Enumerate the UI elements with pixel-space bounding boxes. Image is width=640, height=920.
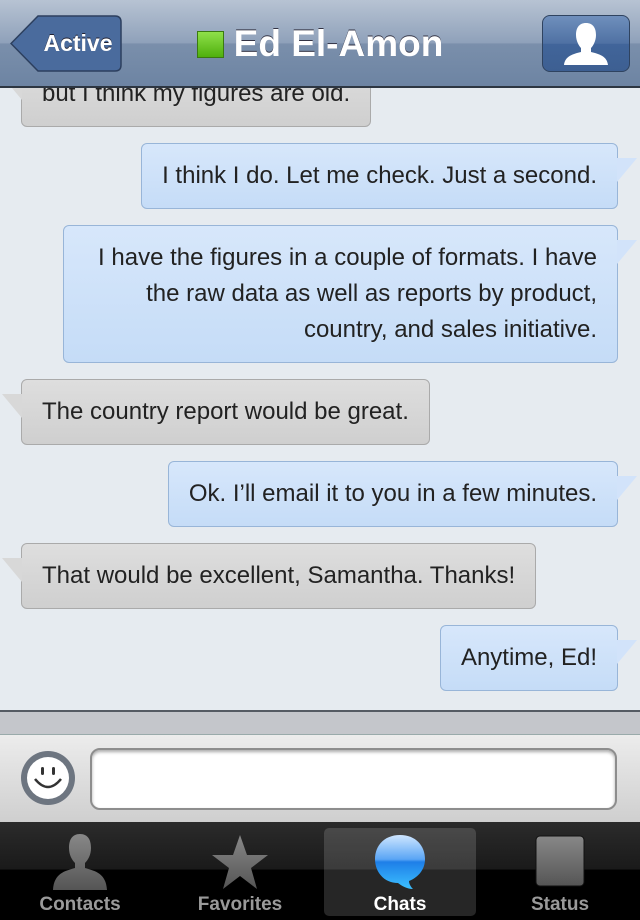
received-message-bubble: That would be excellent, Samantha. Thank… — [1, 543, 537, 609]
person-icon — [53, 834, 107, 890]
tab-contacts[interactable]: Contacts — [0, 822, 160, 920]
star-icon — [212, 835, 268, 889]
message-list: but I think my figures are old. I think I… — [0, 61, 640, 691]
contact-profile-button[interactable] — [542, 15, 630, 72]
presence-icon — [196, 30, 224, 58]
status-square-icon — [535, 835, 585, 887]
received-message-bubble: The country report would be great. — [2, 379, 430, 445]
chat-bubble-icon — [375, 835, 425, 889]
sent-message-bubble: I have the figures in a couple of format… — [63, 225, 637, 363]
tab-status[interactable]: Status — [480, 822, 640, 920]
sent-message-bubble: Anytime, Ed! — [439, 625, 638, 691]
tab-label: Chats — [373, 894, 427, 915]
nav-bar: Active Ed El-Amon — [0, 0, 640, 88]
sent-message-bubble: I think I do. Let me check. Just a secon… — [141, 143, 637, 209]
message-input[interactable] — [90, 748, 617, 810]
tab-label: Favorites — [197, 894, 283, 915]
tab-favorites[interactable]: Favorites — [160, 822, 320, 920]
tab-label: Contacts — [39, 894, 121, 915]
tab-bar: Contacts Favorites Chats Status — [0, 822, 640, 920]
divider-band — [0, 712, 640, 735]
composer-bar — [0, 735, 640, 822]
person-icon — [564, 22, 608, 65]
sent-message-bubble: Ok. I’ll email it to you in a few minute… — [167, 461, 638, 527]
tab-label: Status — [530, 894, 590, 915]
contact-name: Ed El-Amon — [233, 23, 444, 64]
tab-chats[interactable]: Chats — [320, 822, 480, 920]
emoji-button-icon[interactable] — [20, 750, 76, 806]
